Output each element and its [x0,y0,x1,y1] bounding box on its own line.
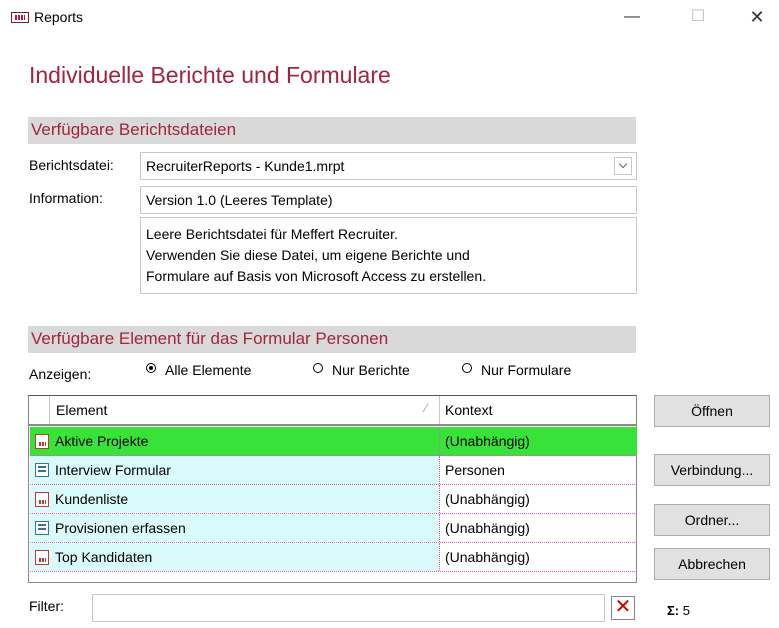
file-combobox-value: RecruiterReports - Kunde1.mrpt [146,158,345,174]
report-icon [35,492,49,507]
maximize-button[interactable]: ☐ [683,6,713,28]
window-title: Reports [34,9,84,25]
element-cell[interactable]: Aktive Projekte [30,427,440,455]
file-label: Berichtsdatei: [29,157,114,173]
element-cell[interactable]: Top Kandidaten [30,543,440,571]
open-button[interactable]: Öffnen [654,395,770,427]
radio-label: Nur Berichte [332,362,410,378]
chevron-down-icon[interactable] [614,157,632,175]
row-selector-header [29,396,50,424]
element-name: Interview Formular [55,462,171,478]
context-cell[interactable]: (Unabhängig) [445,491,530,507]
description-line: Verwenden Sie diese Datei, um eigene Ber… [146,247,470,263]
sort-icon: ⁄ [425,401,428,415]
radio-label: Alle Elemente [165,362,252,378]
item-count: Σ: 5 [667,603,690,618]
table-row[interactable]: Kundenliste (Unabhängig) [30,485,637,514]
description-line: Formulare auf Basis von Microsoft Access… [146,268,487,284]
element-cell[interactable]: Interview Formular [30,456,440,484]
table-row[interactable]: Provisionen erfassen (Unabhängig) [30,514,637,543]
folder-button[interactable]: Ordner... [654,504,770,536]
filter-label: Filter: [29,598,64,614]
title-bar: Reports — ☐ ✕ [0,0,779,34]
table-row[interactable]: Interview Formular Personen [30,456,637,485]
radio-label: Nur Formulare [481,362,572,378]
sigma-icon: Σ: [667,603,680,618]
form-icon [35,521,49,535]
element-name: Top Kandidaten [55,549,153,565]
radio-only-reports[interactable]: Nur Berichte [313,362,410,378]
context-cell[interactable]: (Unabhängig) [445,520,530,536]
element-name: Kundenliste [55,491,129,507]
report-icon [35,550,49,565]
app-icon [11,12,29,23]
description-line: Leere Berichtsdatei für Meffert Recruite… [146,226,398,242]
context-cell[interactable]: (Unabhängig) [445,433,530,449]
element-cell[interactable]: Kundenliste [30,485,440,513]
context-cell[interactable]: Personen [445,462,505,478]
radio-unchecked-icon [313,363,323,373]
column-divider[interactable] [439,396,440,424]
section-header-elements: Verfügbare Element für das Formular Pers… [28,326,636,353]
description-field: Leere Berichtsdatei für Meffert Recruite… [140,217,637,294]
table-row[interactable]: Aktive Projekte (Unabhängig) [30,427,637,456]
table-row[interactable]: Top Kandidaten (Unabhängig) [30,543,637,572]
section-header-files: Verfügbare Berichtsdateien [28,117,636,144]
minimize-button[interactable]: — [617,6,647,28]
information-label: Information: [29,190,103,206]
element-name: Aktive Projekte [55,433,149,449]
cancel-button[interactable]: Abbrechen [654,548,770,580]
form-icon [35,463,49,477]
filter-input[interactable] [92,594,605,622]
radio-unchecked-icon [462,363,472,373]
file-combobox[interactable]: RecruiterReports - Kunde1.mrpt [140,152,637,180]
close-button[interactable]: ✕ [742,6,772,28]
information-field: Version 1.0 (Leeres Template) [140,186,637,214]
radio-all-elements[interactable]: Alle Elemente [146,362,251,378]
count-value: 5 [682,603,690,618]
context-cell[interactable]: (Unabhängig) [445,549,530,565]
radio-only-forms[interactable]: Nur Formulare [462,362,571,378]
element-cell[interactable]: Provisionen erfassen [30,514,440,542]
element-name: Provisionen erfassen [55,520,186,536]
elements-table[interactable]: Element ⁄ Kontext Aktive Projekte (Unabh… [28,395,637,583]
connection-button[interactable]: Verbindung... [654,454,770,486]
table-header: Element ⁄ Kontext [29,396,636,426]
radio-checked-icon [146,363,156,373]
clear-filter-icon[interactable]: ✕ [611,596,635,620]
column-header-context[interactable]: Kontext [445,402,492,418]
column-header-element[interactable]: Element [56,402,107,418]
report-icon [35,434,49,449]
show-label: Anzeigen: [29,366,92,382]
page-title: Individuelle Berichte und Formulare [29,62,391,88]
